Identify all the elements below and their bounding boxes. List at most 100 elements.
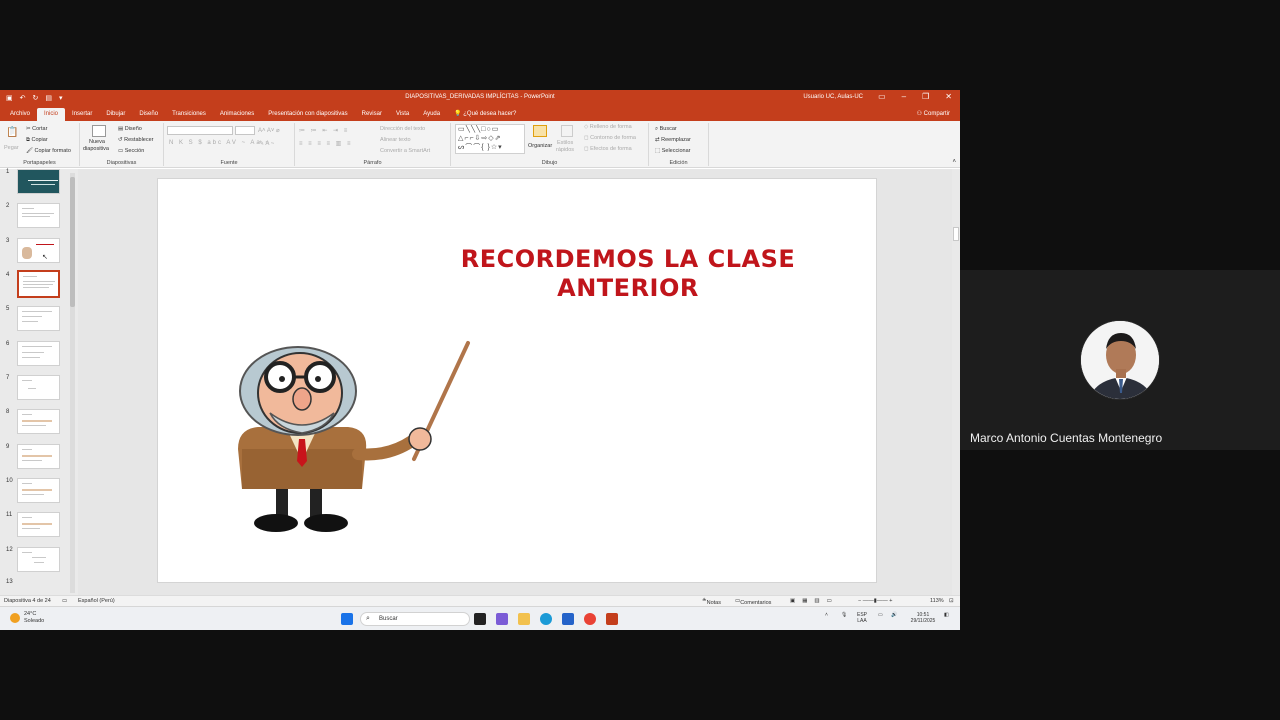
quick-styles-icon[interactable] — [561, 125, 573, 137]
taskbar-search[interactable]: ⌕ Buscar — [360, 612, 470, 626]
notes-button[interactable]: ≗ Notas — [702, 598, 721, 606]
tab-inicio[interactable]: Inicio — [37, 108, 66, 121]
arrange-button[interactable]: Organizar — [528, 143, 552, 149]
tab-animaciones[interactable]: Animaciones — [213, 108, 261, 121]
participant-tile[interactable]: Marco Antonio Cuentas Montenegro — [960, 270, 1280, 450]
notification-icon[interactable]: ◧ — [944, 612, 949, 618]
slide-thumbnail[interactable] — [17, 203, 60, 228]
copilot-icon[interactable] — [496, 613, 508, 625]
volume-icon[interactable]: 🔊 — [891, 612, 897, 618]
zoom-slider[interactable]: − ——▮—— + — [858, 598, 893, 604]
cut-button[interactable]: ✂ Cortar — [26, 126, 47, 132]
section-button[interactable]: ▭ Sección — [118, 148, 144, 154]
store-icon[interactable] — [562, 613, 574, 625]
font-family-select[interactable] — [167, 126, 233, 135]
professor-cartoon-image[interactable] — [198, 329, 478, 534]
collapse-ribbon-icon[interactable]: ˄ — [952, 159, 956, 165]
chrome-icon[interactable] — [584, 613, 596, 625]
microphone-icon[interactable]: 🎙 — [841, 612, 847, 618]
close-icon[interactable]: ✕ — [945, 92, 952, 101]
list-buttons[interactable]: ≔ ≔ ⇤ ⇥ ≡ — [299, 127, 349, 134]
tell-me-search[interactable]: 💡 ¿Qué desea hacer? — [447, 108, 523, 121]
group-editing: ⌕ Buscar ⇄ Reemplazar ⬚ Seleccionar Edic… — [649, 123, 709, 166]
slide-thumbnail[interactable] — [17, 169, 60, 194]
thumbnail-scrollbar[interactable] — [70, 173, 75, 593]
text-direction-button[interactable]: Dirección del texto — [380, 126, 425, 132]
slide-thumbnail[interactable] — [17, 444, 60, 469]
paste-icon[interactable]: 📋 — [6, 127, 18, 138]
language-indicator[interactable]: Español (Perú) — [78, 598, 115, 604]
tab-insertar[interactable]: Insertar — [65, 108, 99, 121]
tab-transiciones[interactable]: Transiciones — [165, 108, 213, 121]
account-name[interactable]: Usuario UC, Aulas-UC — [803, 94, 863, 100]
slide-thumbnail[interactable] — [17, 478, 60, 503]
group-paragraph: ≔ ≔ ⇤ ⇥ ≡ ≡ ≡ ≡ ≡ ▥ ≡ Dirección del text… — [295, 123, 451, 166]
vertical-scrollbar[interactable] — [952, 169, 960, 596]
file-explorer-icon[interactable] — [518, 613, 530, 625]
tab-archivo[interactable]: Archivo — [3, 108, 37, 121]
accessibility-icon[interactable]: ▭ — [62, 598, 67, 604]
slide-thumbnail[interactable] — [17, 375, 60, 400]
thumbnail-scroll-thumb[interactable] — [70, 177, 75, 307]
clock[interactable]: 10:51 29/11/2025 — [906, 612, 940, 624]
input-language[interactable]: ESP LAA — [857, 612, 867, 624]
vertical-scroll-thumb[interactable] — [953, 227, 959, 241]
edge-icon[interactable] — [540, 613, 552, 625]
smartart-button[interactable]: Convertir a SmartArt — [380, 148, 430, 154]
slide-thumbnail[interactable] — [17, 512, 60, 537]
reset-button[interactable]: ↺ Restablecer — [118, 137, 154, 143]
powerpoint-taskbar-icon[interactable] — [606, 613, 618, 625]
font-size-buttons[interactable]: A˄ A˅ ⌀ — [258, 127, 280, 134]
tab-presentacion[interactable]: Presentación con diapositivas — [261, 108, 354, 121]
slide-title[interactable]: RECORDEMOS LA CLASE ANTERIOR — [428, 245, 828, 303]
group-slides: Nueva diapositiva ▤ Diseño ↺ Restablecer… — [80, 123, 164, 166]
shape-fill-button[interactable]: ◇ Relleno de forma — [584, 124, 632, 130]
slide-thumbnail[interactable] — [17, 341, 60, 366]
comments-button[interactable]: ▭ Comentarios — [735, 598, 771, 606]
new-slide-button[interactable]: Nueva — [89, 139, 105, 145]
windows-start-icon[interactable] — [341, 613, 353, 625]
quick-styles-button[interactable]: Estilos — [557, 140, 573, 146]
minimize-icon[interactable]: – — [902, 92, 906, 101]
view-buttons[interactable]: ▣▦▥▭ — [790, 598, 839, 604]
tab-vista[interactable]: Vista — [389, 108, 416, 121]
slide-thumbnail-selected[interactable] — [17, 270, 60, 298]
slide-thumbnail[interactable] — [17, 547, 60, 572]
network-icon[interactable]: ▭ — [878, 612, 883, 618]
current-slide[interactable]: RECORDEMOS LA CLASE ANTERIOR — [157, 178, 877, 583]
group-font: A˄ A˅ ⌀ N K S $ abc AV ~ Aa ~ ✎ A ~ Fuen… — [164, 123, 295, 166]
format-painter-button[interactable]: 🖌 Copiar formato — [26, 148, 71, 154]
align-text-button[interactable]: Alinear texto — [380, 137, 411, 143]
tab-dibujar[interactable]: Dibujar — [99, 108, 132, 121]
replace-button[interactable]: ⇄ Reemplazar — [655, 137, 691, 143]
tab-ayuda[interactable]: Ayuda — [416, 108, 447, 121]
tray-overflow-icon[interactable]: ˄ — [825, 612, 828, 618]
task-view-icon[interactable] — [474, 613, 486, 625]
tab-revisar[interactable]: Revisar — [355, 108, 389, 121]
layout-button[interactable]: ▤ Diseño — [118, 126, 142, 132]
slide-thumbnail[interactable] — [17, 306, 60, 331]
find-button[interactable]: ⌕ Buscar — [655, 126, 677, 133]
font-style-buttons[interactable]: N K S $ abc AV ~ Aa ~ — [169, 140, 271, 146]
shapes-gallery[interactable]: ▭╲╲╲□○▭ △⌐⌐⇩⇨◇⇗ ᔕ⌒⌒{ }☆▾ — [455, 124, 525, 154]
share-button[interactable]: ⚇ Compartir — [917, 110, 950, 117]
copy-button[interactable]: ⧉ Copiar — [26, 137, 48, 144]
ribbon-display-icon[interactable]: ▭ — [878, 92, 886, 101]
new-slide-icon[interactable] — [92, 125, 106, 137]
shape-effects-button[interactable]: ◻ Efectos de forma — [584, 146, 632, 152]
participant-avatar — [1080, 320, 1160, 400]
restore-icon[interactable]: ❐ — [922, 92, 929, 101]
paste-button[interactable]: Pegar — [4, 145, 19, 151]
fit-slide-icon[interactable]: ⊡ — [949, 598, 954, 604]
slide-thumbnail[interactable]: ↖ — [17, 238, 60, 263]
shape-outline-button[interactable]: ◻ Contorno de forma — [584, 135, 636, 141]
select-button[interactable]: ⬚ Seleccionar — [655, 148, 690, 154]
font-color-buttons[interactable]: ✎ A ~ — [259, 140, 274, 147]
arrange-icon[interactable] — [533, 125, 547, 137]
tab-diseno[interactable]: Diseño — [132, 108, 165, 121]
quick-styles-label: rápidos — [556, 147, 575, 153]
slide-thumbnail[interactable] — [17, 409, 60, 434]
font-size-select[interactable] — [235, 126, 255, 135]
zoom-level[interactable]: 113% — [930, 598, 944, 604]
align-buttons[interactable]: ≡ ≡ ≡ ≡ ▥ ≡ — [299, 140, 353, 147]
